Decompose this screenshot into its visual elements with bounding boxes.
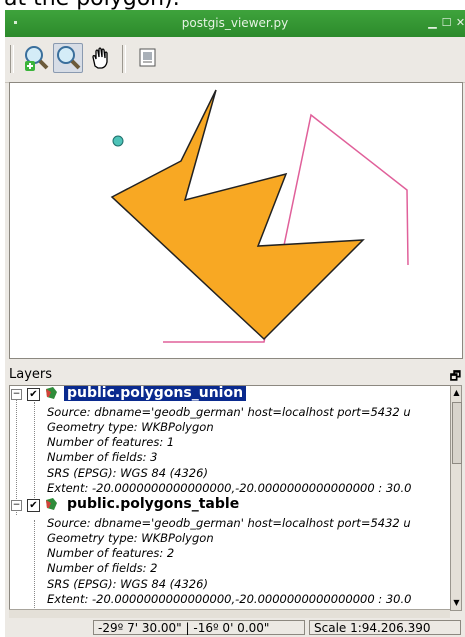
title-bar[interactable]: postgis_viewer.py ▁ ☐ ✕ bbox=[5, 10, 465, 37]
polygon-layer-icon bbox=[46, 387, 57, 399]
scroll-up-icon[interactable]: ▲ bbox=[452, 387, 461, 399]
vertical-scrollbar[interactable]: ▲ ▼ bbox=[450, 385, 462, 611]
window-title: postgis_viewer.py bbox=[181, 16, 289, 30]
layer-visibility-checkbox[interactable]: ✔ bbox=[27, 499, 40, 512]
zoom-full-icon bbox=[139, 48, 156, 67]
layer-name[interactable]: public.polygons_table bbox=[64, 496, 242, 512]
union-polygon[interactable] bbox=[110, 89, 365, 341]
layers-tree[interactable]: − ✔ public.polygons_union Source: dbname… bbox=[9, 385, 451, 611]
layer-row[interactable]: − ✔ public.polygons_union bbox=[10, 386, 450, 404]
layer-name[interactable]: public.polygons_union bbox=[64, 386, 247, 401]
caption-text: at the polygon). bbox=[0, 0, 465, 11]
close-window-icon[interactable]: ✕ bbox=[455, 17, 465, 28]
pan-hand-icon bbox=[92, 47, 108, 69]
pan-button[interactable] bbox=[85, 43, 115, 73]
layer-row[interactable]: − ✔ public.polygons_table bbox=[10, 496, 450, 515]
layers-title: Layers bbox=[9, 367, 53, 382]
layers-dock-title: Layers 🗗 bbox=[5, 365, 465, 385]
collapse-expander[interactable]: − bbox=[11, 500, 22, 511]
zoom-out-button[interactable] bbox=[53, 43, 83, 73]
zoom-out-icon bbox=[57, 46, 81, 70]
zoom-full-button[interactable] bbox=[133, 43, 163, 73]
toolbar-grip[interactable] bbox=[10, 45, 14, 73]
coordinates-readout: -29º 7' 30.00" | -16º 0' 0.00" bbox=[93, 620, 305, 635]
point-feature[interactable] bbox=[112, 135, 124, 147]
tree-connector bbox=[34, 520, 35, 610]
scale-readout: Scale 1:94.206.390 bbox=[309, 620, 461, 635]
maximize-icon[interactable]: ☐ bbox=[441, 17, 452, 28]
map-toolbar bbox=[5, 37, 465, 83]
app-window: postgis_viewer.py ▁ ☐ ✕ Layers 🗗 − ✔ pub… bbox=[5, 10, 465, 637]
map-canvas[interactable] bbox=[9, 82, 463, 359]
map-svg bbox=[110, 89, 409, 343]
layer-visibility-checkbox[interactable]: ✔ bbox=[27, 388, 40, 401]
scroll-thumb[interactable] bbox=[452, 402, 462, 464]
minimize-icon[interactable]: ▁ bbox=[427, 17, 438, 28]
zoom-in-button[interactable] bbox=[21, 43, 51, 73]
scroll-down-icon[interactable]: ▼ bbox=[452, 597, 461, 609]
zoom-in-icon bbox=[25, 46, 49, 71]
tree-connector bbox=[34, 402, 35, 512]
collapse-expander[interactable]: − bbox=[11, 389, 22, 400]
status-bar: -29º 7' 30.00" | -16º 0' 0.00" Scale 1:9… bbox=[5, 618, 465, 637]
toolbar-grip[interactable] bbox=[122, 45, 126, 73]
polygon-layer-icon bbox=[46, 498, 57, 510]
